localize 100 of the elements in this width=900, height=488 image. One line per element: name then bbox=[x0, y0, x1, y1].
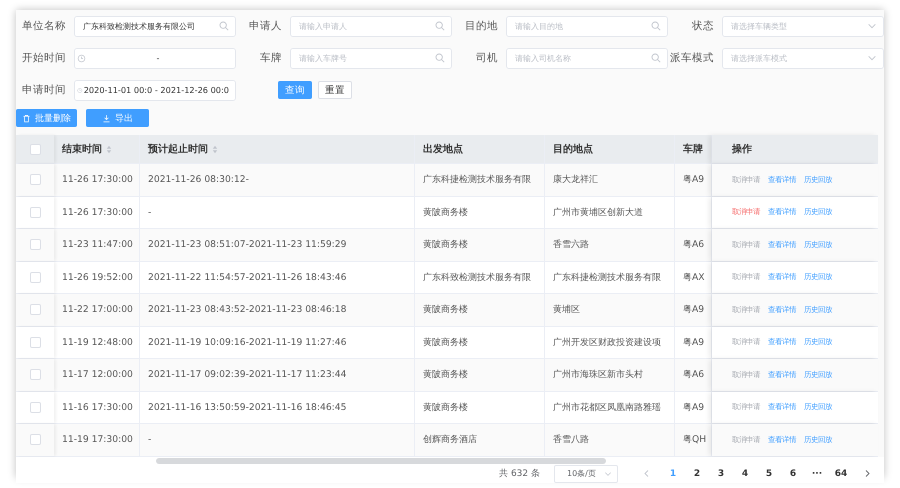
table-cell: 香雪八路 bbox=[553, 433, 589, 446]
page-size-select[interactable]: 10条/页 bbox=[554, 464, 618, 482]
table-cell: 11-19 17:30:00 bbox=[62, 434, 133, 446]
next-page-icon[interactable] bbox=[863, 469, 872, 478]
table-cell: 粤QH bbox=[683, 433, 706, 446]
table-cell: 粤AX bbox=[683, 270, 705, 284]
table-cell: 广东科捷检测技术服务有限 bbox=[423, 173, 531, 186]
field-label: 状态 bbox=[691, 19, 714, 33]
table-cell: 创辉商务酒店 bbox=[423, 433, 477, 446]
table-cell: 黄埔区 bbox=[553, 303, 580, 316]
field-label: 司机 bbox=[475, 51, 498, 65]
field-label: 申请人 bbox=[248, 19, 282, 33]
table-cell: 11-17 12:00:00 bbox=[62, 369, 133, 380]
checkbox[interactable] bbox=[30, 304, 40, 316]
column-header: 结束时间 bbox=[62, 142, 102, 156]
table-cell: 广东科捷检测技术服务有限 bbox=[553, 270, 661, 284]
input-field[interactable]: 请输入目的地 bbox=[506, 16, 668, 36]
table-cell: 黄陂商务楼 bbox=[423, 206, 468, 219]
chevron-down-icon bbox=[604, 470, 612, 478]
table-cell: 11-26 19:52:00 bbox=[62, 272, 133, 283]
table-cell: 11-22 17:00:00 bbox=[62, 304, 133, 316]
trash-icon bbox=[22, 114, 31, 122]
column-header: 预计起止时间 bbox=[148, 142, 208, 156]
chevron-down-icon bbox=[867, 21, 877, 31]
field-label: 车牌 bbox=[259, 51, 282, 65]
table-cell: 2021-11-23 08:43:52-2021-11-23 08:46:18 bbox=[148, 304, 346, 316]
search-icon bbox=[435, 21, 445, 31]
table-cell: 黄陂商务楼 bbox=[423, 238, 468, 252]
checkbox[interactable] bbox=[30, 206, 40, 218]
page-number[interactable]: 1 bbox=[665, 468, 681, 478]
checkbox[interactable] bbox=[30, 336, 40, 348]
column-header: 车牌 bbox=[683, 142, 703, 156]
table-cell: 11-19 12:48:00 bbox=[62, 336, 133, 348]
table-cell: 粤A9 bbox=[683, 173, 704, 186]
column-header: 出发地点 bbox=[423, 142, 463, 156]
checkbox[interactable] bbox=[30, 402, 40, 413]
table-cell: 粤A6 bbox=[683, 238, 704, 252]
clock-icon bbox=[77, 86, 83, 94]
checkbox[interactable] bbox=[30, 144, 40, 154]
field-label: 派车模式 bbox=[670, 51, 714, 65]
table-cell: 黄陂商务楼 bbox=[423, 336, 468, 349]
batch-delete-button[interactable]: 批量删除 bbox=[16, 109, 77, 127]
input-field[interactable]: 请输入申请人 bbox=[290, 16, 452, 36]
column-header: 目的地点 bbox=[553, 142, 593, 156]
search-button[interactable]: 查询 bbox=[278, 81, 312, 99]
table-cell: - bbox=[148, 206, 152, 218]
reset-button[interactable]: 重置 bbox=[318, 81, 352, 99]
checkbox[interactable] bbox=[30, 369, 40, 380]
table-cell: 广州市海珠区新市头村 bbox=[553, 368, 643, 382]
previous-page-icon[interactable] bbox=[642, 469, 651, 478]
checkbox[interactable] bbox=[30, 174, 40, 186]
page-number[interactable]: 64 bbox=[833, 468, 849, 478]
table-cell: 2021-11-19 10:09:16-2021-11-19 11:27:46 bbox=[148, 336, 346, 348]
field-label: 单位名称 bbox=[22, 19, 66, 33]
page-number[interactable]: 5 bbox=[761, 468, 777, 478]
column-header: 操作 bbox=[732, 142, 752, 156]
page-number[interactable]: 2 bbox=[689, 468, 705, 478]
total-count: 共 632 条 bbox=[499, 468, 540, 480]
field-label: 开始时间 bbox=[22, 51, 66, 65]
table-cell: 粤A9 bbox=[683, 336, 704, 349]
sort-icon[interactable] bbox=[212, 144, 218, 154]
input-field[interactable]: 请输入车牌号 bbox=[290, 48, 452, 68]
select-field[interactable]: 请选择派车模式 bbox=[722, 48, 884, 68]
table-cell: 康大龙祥汇 bbox=[553, 173, 598, 186]
table-cell: 黄陂商务楼 bbox=[423, 303, 468, 316]
export-button[interactable]: 导出 bbox=[86, 109, 149, 127]
page-number[interactable]: 6 bbox=[785, 468, 801, 478]
table-cell: 2021-11-22 11:54:57-2021-11-26 18:43:46 bbox=[148, 272, 346, 283]
table-cell: 粤A9 bbox=[683, 303, 704, 316]
table-cell: 2021-11-23 08:51:07-2021-11-23 11:59:29 bbox=[148, 239, 346, 250]
page-number[interactable]: ··· bbox=[809, 468, 825, 478]
table-cell: 香雪六路 bbox=[553, 238, 589, 252]
select-field[interactable]: 请选择车辆类型 bbox=[722, 16, 884, 36]
scrollbar-thumb[interactable] bbox=[156, 458, 606, 464]
table-cell: 黄陂商务楼 bbox=[423, 368, 468, 382]
search-icon bbox=[219, 21, 229, 31]
table-cell: 2021-11-17 09:02:39-2021-11-17 11:23:44 bbox=[148, 369, 346, 380]
input-field[interactable]: 广东科致检测技术服务有限公司 bbox=[74, 16, 236, 36]
table-cell: 2021-11-16 13:50:59-2021-11-16 18:46:45 bbox=[148, 402, 346, 413]
sort-icon[interactable] bbox=[106, 144, 112, 154]
checkbox[interactable] bbox=[30, 272, 40, 283]
date-range-field[interactable]: - bbox=[74, 48, 236, 68]
input-field[interactable]: 请输入司机名称 bbox=[506, 48, 668, 68]
date-range-field[interactable]: 2020-11-01 00:0 - 2021-12-26 00:0 bbox=[74, 80, 236, 100]
page-number[interactable]: 3 bbox=[713, 468, 729, 478]
search-icon bbox=[435, 53, 445, 63]
download-icon bbox=[102, 114, 111, 122]
page-number[interactable]: 4 bbox=[737, 468, 753, 478]
table-cell: 广州市黄埔区创新大道 bbox=[553, 206, 643, 219]
checkbox[interactable] bbox=[30, 434, 40, 446]
field-label: 申请时间 bbox=[22, 83, 66, 97]
table-cell: 广州开发区财政投资建设项 bbox=[553, 336, 661, 349]
clock-icon bbox=[77, 54, 86, 62]
table-cell: 黄陂商务楼 bbox=[423, 400, 468, 414]
search-icon bbox=[651, 53, 661, 63]
checkbox[interactable] bbox=[30, 239, 40, 250]
table-cell: 广州市花都区凤凰南路雅瑶 bbox=[553, 400, 661, 414]
table-cell: 粤A6 bbox=[683, 368, 704, 382]
table-cell: 11-16 17:30:00 bbox=[62, 402, 133, 413]
table-cell: 2021-11-26 08:30:12- bbox=[148, 174, 249, 186]
